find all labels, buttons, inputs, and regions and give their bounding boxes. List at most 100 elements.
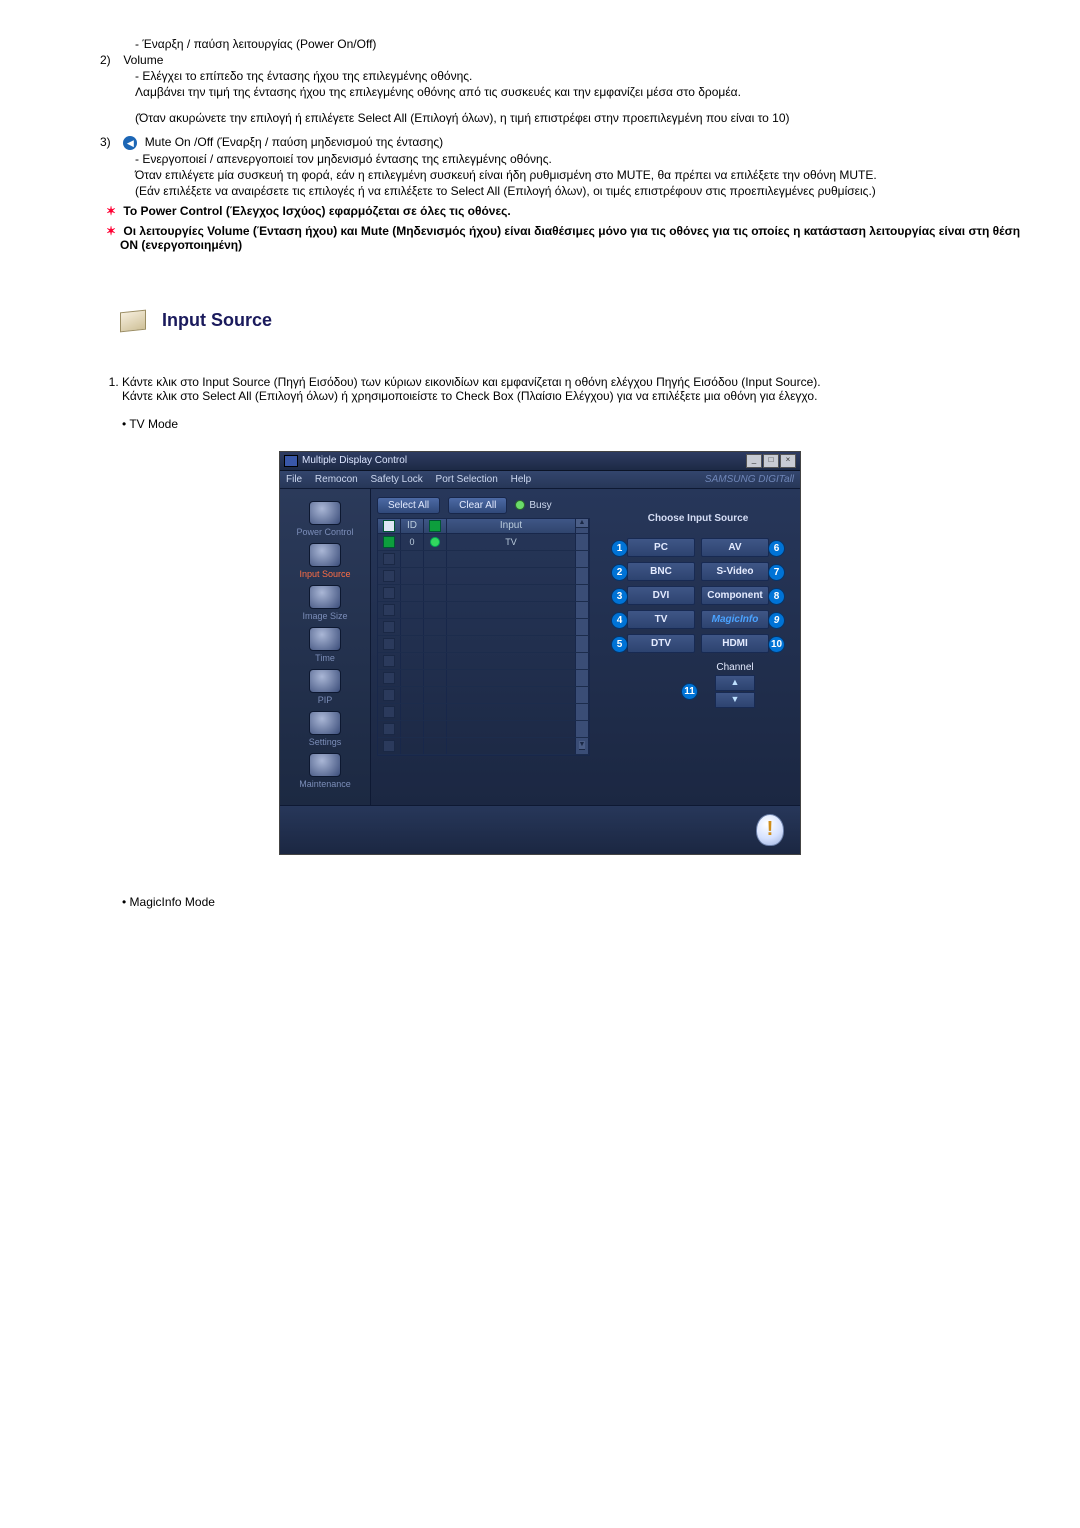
table-header: ID Input ▲ bbox=[377, 518, 590, 534]
mute-l2: Όταν επιλέγετε μία συσκευή τη φορά, εάν … bbox=[135, 168, 1040, 182]
mute-label: Mute On /Off (Έναρξη / παύση μηδενισμού … bbox=[145, 135, 443, 149]
table-row[interactable]: 0 TV bbox=[378, 534, 589, 551]
warning-icon: ! bbox=[756, 814, 784, 846]
badge-3: 3 bbox=[611, 588, 628, 605]
row-check-icon[interactable] bbox=[383, 723, 395, 735]
table-row bbox=[378, 602, 589, 619]
right-pane: Choose Input Source 1 PC 2 BNC 3 bbox=[596, 489, 800, 805]
table-row bbox=[378, 551, 589, 568]
table-row bbox=[378, 687, 589, 704]
sidebar-item-input[interactable]: Input Source bbox=[299, 541, 350, 581]
source-dvi-button[interactable]: 3 DVI bbox=[627, 586, 695, 605]
close-button[interactable]: × bbox=[780, 454, 796, 468]
channel-down-button[interactable]: ▼ bbox=[715, 692, 755, 708]
section-heading: Input Source bbox=[110, 307, 1040, 335]
menu-items: File Remocon Safety Lock Port Selection … bbox=[286, 474, 541, 485]
table-row: ▼ bbox=[378, 738, 589, 755]
table-row bbox=[378, 670, 589, 687]
source-hdmi-button[interactable]: HDMI 10 bbox=[701, 634, 769, 653]
window-buttons: _ □ × bbox=[746, 454, 796, 468]
channel-block: Channel 11 ▲ ▼ bbox=[701, 662, 769, 708]
row-check-icon[interactable] bbox=[383, 570, 395, 582]
row-check-icon[interactable] bbox=[383, 689, 395, 701]
scroll-down-icon: ▼ bbox=[579, 741, 586, 750]
mute-l3: (Εάν επιλέξετε να αναιρέσετε τις επιλογέ… bbox=[135, 184, 1040, 198]
row-check-icon[interactable] bbox=[383, 655, 395, 667]
channel-label: Channel bbox=[701, 662, 769, 673]
row-check-icon[interactable] bbox=[383, 553, 395, 565]
brand-label: SAMSUNG DIGITall bbox=[705, 474, 794, 485]
sidebar-label: Maintenance bbox=[299, 779, 351, 789]
row-check-icon[interactable] bbox=[383, 621, 395, 633]
magicinfo-mode-bullet: MagicInfo Mode bbox=[122, 895, 1040, 909]
row-status-icon bbox=[430, 537, 440, 547]
instruction-list: Κάντε κλικ στο Input Source (Πηγή Εισόδο… bbox=[100, 375, 1040, 403]
source-tv-button[interactable]: 4 TV bbox=[627, 610, 695, 629]
sidebar-label: PIP bbox=[318, 695, 333, 705]
source-bnc-button[interactable]: 2 BNC bbox=[627, 562, 695, 581]
row-check-icon[interactable] bbox=[383, 587, 395, 599]
badge-5: 5 bbox=[611, 636, 628, 653]
busy-indicator: Busy bbox=[515, 500, 551, 511]
badge-10: 10 bbox=[768, 636, 785, 653]
menu-port-selection[interactable]: Port Selection bbox=[436, 474, 498, 485]
table-row bbox=[378, 721, 589, 738]
settings-icon bbox=[309, 711, 341, 735]
power-icon bbox=[309, 501, 341, 525]
app-title: Multiple Display Control bbox=[302, 455, 407, 466]
menu-help[interactable]: Help bbox=[511, 474, 532, 485]
sidebar-item-power[interactable]: Power Control bbox=[296, 499, 353, 539]
btn-label: PC bbox=[654, 542, 668, 553]
row-check-icon[interactable] bbox=[383, 706, 395, 718]
sidebar-label: Image Size bbox=[302, 611, 347, 621]
heading-text: Input Source bbox=[162, 310, 272, 331]
row-id: 0 bbox=[401, 534, 424, 550]
volume-l1: - Ελέγχει το επίπεδο της έντασης ήχου τη… bbox=[135, 69, 1040, 83]
note-1: ✶ Το Power Control (Έλεγχος Ισχύος) εφαρ… bbox=[120, 204, 1040, 218]
menu-safety-lock[interactable]: Safety Lock bbox=[371, 474, 423, 485]
select-all-button[interactable]: Select All bbox=[377, 497, 440, 514]
scroll-track[interactable] bbox=[576, 534, 589, 550]
check-all-icon[interactable] bbox=[383, 520, 395, 532]
table-row bbox=[378, 619, 589, 636]
power-text: Έναρξη / παύση λειτουργίας (Power On/Off… bbox=[142, 37, 376, 51]
mute-icon: ◀ bbox=[123, 136, 137, 150]
sidebar-item-pip[interactable]: PIP bbox=[309, 667, 341, 707]
sidebar-item-time[interactable]: Time bbox=[309, 625, 341, 665]
source-magicinfo-button[interactable]: MagicInfo 9 bbox=[701, 610, 769, 629]
btn-label: DTV bbox=[651, 638, 671, 649]
clear-all-button[interactable]: Clear All bbox=[448, 497, 507, 514]
scroll-up[interactable]: ▲ bbox=[576, 519, 589, 533]
button-row: Select All Clear All Busy bbox=[377, 497, 590, 514]
sidebar-item-maintenance[interactable]: Maintenance bbox=[299, 751, 351, 791]
sidebar-item-settings[interactable]: Settings bbox=[309, 709, 342, 749]
channel-up-button[interactable]: ▲ bbox=[715, 675, 755, 691]
menu-remocon[interactable]: Remocon bbox=[315, 474, 358, 485]
volume-l2: Λαμβάνει την τιμή της έντασης ήχου της ε… bbox=[135, 85, 1040, 99]
row-check-icon[interactable] bbox=[383, 672, 395, 684]
row-check-icon[interactable] bbox=[383, 604, 395, 616]
source-col-right: AV 6 S-Video 7 Component 8 MagicInfo bbox=[701, 538, 769, 708]
source-grid: 1 PC 2 BNC 3 DVI 4 TV bbox=[627, 538, 769, 708]
instruction-1: Κάντε κλικ στο Input Source (Πηγή Εισόδο… bbox=[122, 375, 1040, 403]
minimize-button[interactable]: _ bbox=[746, 454, 762, 468]
sidebar-item-image[interactable]: Image Size bbox=[302, 583, 347, 623]
source-dtv-button[interactable]: 5 DTV bbox=[627, 634, 695, 653]
row-check-icon[interactable] bbox=[383, 536, 395, 548]
source-svideo-button[interactable]: S-Video 7 bbox=[701, 562, 769, 581]
pip-icon bbox=[309, 669, 341, 693]
sidebar-label: Time bbox=[315, 653, 335, 663]
btn-label: S-Video bbox=[716, 566, 753, 577]
row-check-icon[interactable] bbox=[383, 740, 395, 752]
badge-7: 7 bbox=[768, 564, 785, 581]
source-component-button[interactable]: Component 8 bbox=[701, 586, 769, 605]
maximize-button[interactable]: □ bbox=[763, 454, 779, 468]
source-pc-button[interactable]: 1 PC bbox=[627, 538, 695, 557]
app-main: Power Control Input Source Image Size Ti… bbox=[280, 489, 800, 805]
row-check-icon[interactable] bbox=[383, 638, 395, 650]
source-col-left: 1 PC 2 BNC 3 DVI 4 TV bbox=[627, 538, 695, 708]
time-icon bbox=[309, 627, 341, 651]
volume-l3: (Όταν ακυρώνετε την επιλογή ή επιλέγετε … bbox=[135, 111, 1040, 125]
menu-file[interactable]: File bbox=[286, 474, 302, 485]
source-av-button[interactable]: AV 6 bbox=[701, 538, 769, 557]
